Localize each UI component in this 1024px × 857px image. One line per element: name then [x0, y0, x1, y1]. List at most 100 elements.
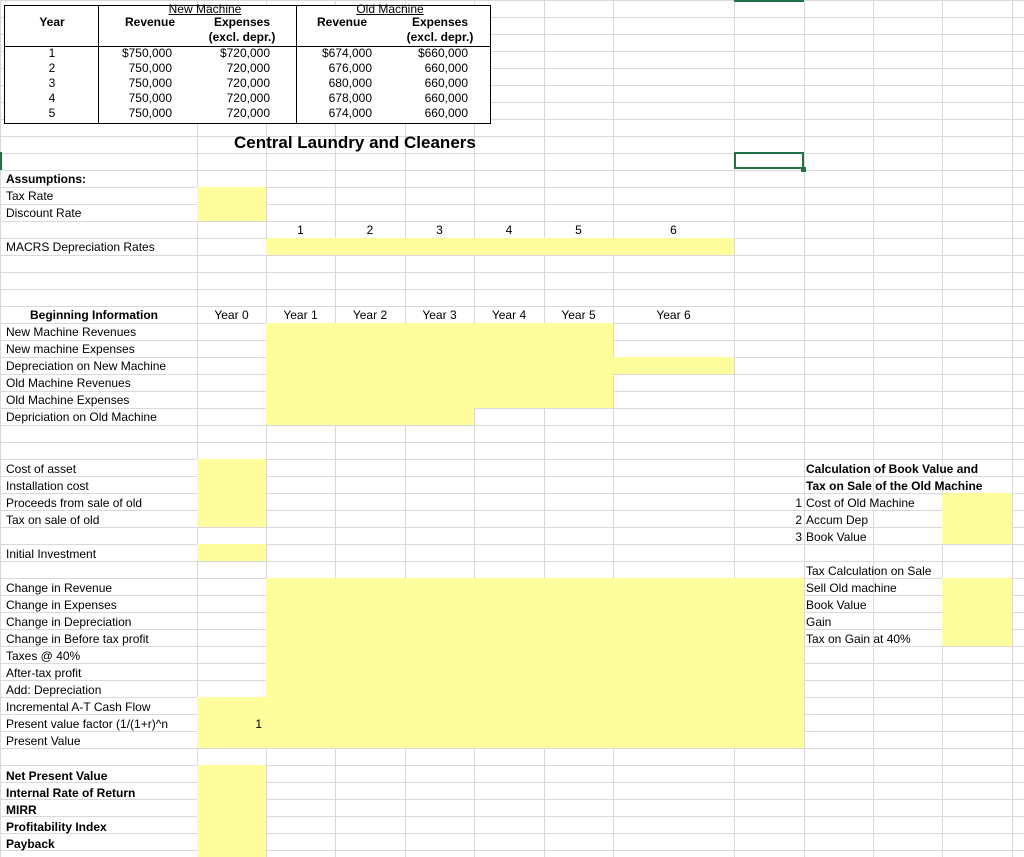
macrs-year-number: 2	[366, 223, 374, 237]
macrs-year-number: 4	[505, 223, 513, 237]
tax-rate-input[interactable]	[197, 187, 266, 221]
book-value-item-label: Book Value	[806, 530, 867, 544]
tax-calc-item-label: Book Value	[806, 598, 867, 612]
year-column-header: Year 3	[422, 308, 457, 322]
beginning-row-label: New machine Expenses	[6, 342, 135, 356]
macrs-year-number: 3	[436, 223, 443, 237]
initial-row-label: Installation cost	[6, 479, 89, 493]
year-column-header: Year 2	[352, 308, 388, 322]
year-column-header: Year 1	[283, 308, 318, 322]
active-cell-selection[interactable]	[734, 152, 804, 169]
row-selection-indicator	[0, 152, 2, 170]
cash-flow-row-label: Change in Depreciation	[6, 615, 132, 629]
table-cell-old-expenses: 660,000	[424, 106, 468, 120]
table-cell-old-expenses: 660,000	[424, 61, 468, 75]
tax-calc-item-label: Sell Old machine	[806, 581, 897, 595]
table-cell-old-expenses: $660,000	[417, 46, 468, 60]
cash-flow-row-label: Change in Expenses	[6, 598, 117, 612]
table-cell-new-revenue: 750,000	[128, 61, 172, 75]
summary-metric-label: MIRR	[6, 803, 37, 817]
table-cell-old-revenue: 680,000	[328, 76, 372, 90]
initial-costs-input[interactable]	[197, 459, 266, 527]
year-column-header: Year 6	[656, 308, 691, 322]
summary-metrics-input[interactable]	[197, 765, 266, 857]
table-cell-new-revenue: 750,000	[128, 106, 172, 120]
sheet-title: Central Laundry and Cleaners	[234, 133, 476, 152]
book-value-input[interactable]	[942, 493, 1012, 544]
table-cell-new-expenses: 720,000	[226, 76, 270, 90]
table-cell-old-expenses: 660,000	[424, 76, 468, 90]
table-cell-new-revenue: 750,000	[128, 76, 172, 90]
year-header: Year	[39, 15, 65, 29]
column-selection-indicator	[734, 0, 804, 2]
cash-flow-row-label: Change in Revenue	[6, 581, 113, 595]
cash-flow-row-label: Present value factor (1/(1+r)^n	[6, 717, 169, 731]
cash-flow-row-label: Add: Depreciation	[6, 683, 102, 697]
tax-calc-item-label: Gain	[806, 615, 832, 629]
table-cell-old-revenue: 676,000	[328, 61, 372, 75]
tax-calc-item-label: Tax on Gain at 40%	[806, 632, 911, 646]
beginning-row-label: Old Machine Revenues	[6, 376, 131, 390]
beginning-info-heading: Beginning Information	[30, 308, 158, 322]
beginning-row-label: Depreciation on New Machine	[6, 359, 167, 373]
pv-factor-year0: 1	[255, 717, 262, 731]
old-depreciation-input[interactable]	[266, 408, 474, 425]
summary-metric-label: Internal Rate of Return	[6, 786, 136, 800]
table-cell-new-expenses: $720,000	[219, 46, 270, 60]
cash-flow-row-label: Present Value	[6, 734, 81, 748]
table-cell-old-revenue: 674,000	[328, 106, 372, 120]
book-value-heading-1: Calculation of Book Value and	[806, 462, 979, 476]
beginning-row-label: New Machine Revenues	[6, 325, 137, 339]
table-cell-year: 2	[48, 61, 56, 75]
table-divider	[98, 5, 99, 123]
year-column-header: Year 0	[214, 308, 249, 322]
table-cell-new-expenses: 720,000	[226, 106, 270, 120]
tax-rate-label: Tax Rate	[6, 189, 54, 203]
summary-metric-label: Payback	[6, 837, 55, 851]
book-value-item-number: 1	[795, 496, 802, 510]
table-cell-year: 1	[48, 46, 56, 60]
new-revenue-header: Revenue	[124, 15, 176, 29]
book-value-item-label: Accum Dep	[806, 513, 869, 527]
table-cell-year: 3	[48, 76, 56, 90]
macrs-rates-input[interactable]	[266, 238, 734, 255]
table-cell-year: 4	[48, 91, 56, 105]
book-value-item-number: 3	[795, 530, 802, 544]
table-cell-old-revenue: 678,000	[328, 91, 372, 105]
book-value-item-label: Cost of Old Machine	[806, 496, 915, 510]
beginning-info-input[interactable]	[266, 323, 613, 408]
old-revenue-header: Revenue	[316, 15, 368, 29]
old-expenses-header: Expenses	[411, 15, 469, 29]
cash-flow-row-label: After-tax profit	[6, 666, 82, 680]
initial-investment-label: Initial Investment	[6, 547, 97, 561]
year-column-header: Year 5	[561, 308, 596, 322]
cash-flow-row-label: Change in Before tax profit	[6, 632, 149, 646]
cash-flow-row-label: Incremental A-T Cash Flow	[6, 700, 151, 714]
cash-flow-row-label: Taxes @ 40%	[6, 649, 81, 663]
table-divider	[296, 5, 297, 123]
fill-handle[interactable]	[801, 167, 806, 172]
initial-row-label: Cost of asset	[6, 462, 77, 476]
discount-rate-label: Discount Rate	[6, 206, 82, 220]
macrs-year-number: 1	[297, 223, 304, 237]
assumptions-heading: Assumptions:	[6, 172, 87, 186]
new-expenses-header: Expenses	[213, 15, 271, 29]
book-value-heading-2: Tax on Sale of the Old Machine	[806, 479, 983, 493]
beginning-row-label: Old Machine Expenses	[6, 393, 130, 407]
macrs-year-number: 5	[575, 223, 582, 237]
initial-investment-input[interactable]	[197, 544, 266, 561]
table-cell-new-expenses: 720,000	[226, 61, 270, 75]
macrs-year-number: 6	[670, 223, 677, 237]
table-cell-new-revenue: $750,000	[121, 46, 172, 60]
initial-row-label: Tax on sale of old	[6, 513, 100, 527]
depreciation-year6-input[interactable]	[613, 357, 734, 374]
old-expenses-header-sub: (excl. depr.)	[406, 30, 474, 44]
new-expenses-header-sub: (excl. depr.)	[208, 30, 276, 44]
table-cell-year: 5	[48, 106, 56, 120]
cash-flow-grid-input[interactable]	[266, 578, 804, 748]
tax-on-sale-input[interactable]	[942, 578, 1012, 646]
tax-calc-heading: Tax Calculation on Sale	[806, 564, 932, 578]
table-cell-old-revenue: $674,000	[321, 46, 372, 60]
beginning-row-label: Depriciation on Old Machine	[6, 410, 157, 424]
table-cell-old-expenses: 660,000	[424, 91, 468, 105]
